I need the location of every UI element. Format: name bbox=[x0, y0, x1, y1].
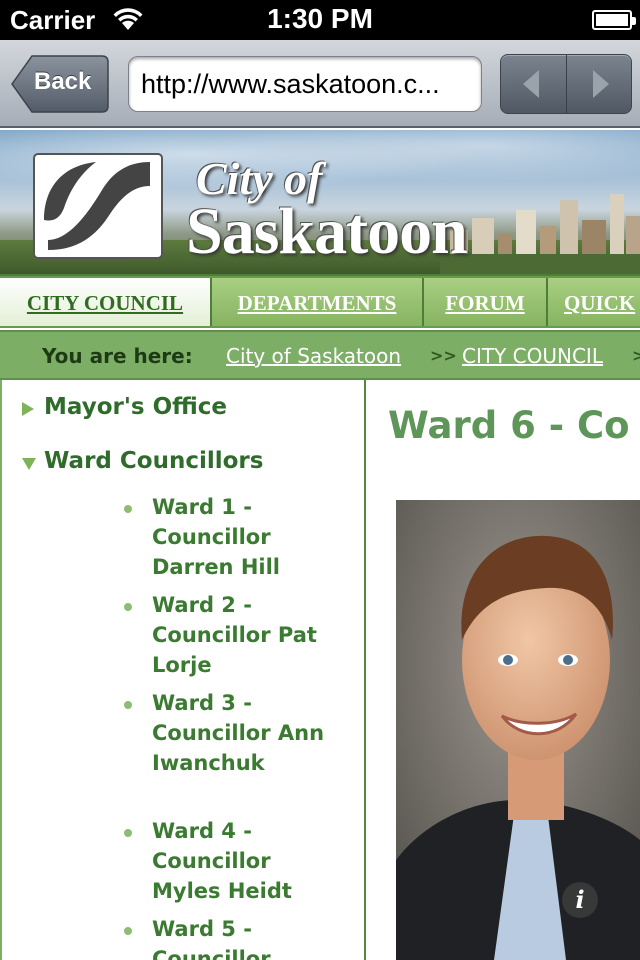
arrow-left-icon bbox=[523, 70, 539, 98]
info-icon[interactable]: i bbox=[562, 882, 598, 918]
tab-forum[interactable]: FORUM bbox=[424, 278, 548, 326]
page-forward-button[interactable] bbox=[567, 55, 632, 113]
breadcrumb-link-city-council[interactable]: CITY COUNCIL bbox=[462, 344, 603, 368]
triangle-right-icon bbox=[22, 402, 34, 416]
sidebar-item-label: Mayor's Office bbox=[44, 394, 228, 420]
breadcrumb-separator: >> bbox=[632, 346, 640, 365]
breadcrumb-link-home[interactable]: City of Saskatoon bbox=[226, 344, 401, 368]
battery-icon bbox=[592, 10, 636, 30]
clock: 1:30 PM bbox=[267, 3, 373, 34]
bullet-icon bbox=[124, 603, 132, 611]
triangle-down-icon bbox=[22, 458, 36, 470]
bullet-icon bbox=[124, 829, 132, 837]
councillor-photo bbox=[396, 500, 640, 960]
ward-link[interactable]: Ward 4 - Councillor Myles Heidt bbox=[152, 816, 342, 906]
status-bar: Carrier 1:30 PM bbox=[0, 0, 640, 40]
arrow-right-icon bbox=[593, 70, 609, 98]
portrait-image bbox=[396, 500, 640, 960]
bullet-icon bbox=[124, 927, 132, 935]
breadcrumb-separator: >> bbox=[430, 346, 457, 365]
back-button-label: Back bbox=[34, 68, 92, 95]
ward-link[interactable]: Ward 5 - Councillor bbox=[152, 914, 342, 960]
url-field[interactable]: http://www.saskatoon.c... bbox=[128, 56, 482, 112]
bullet-icon bbox=[124, 701, 132, 709]
bullet-icon bbox=[124, 505, 132, 513]
page-nav-buttons bbox=[500, 54, 632, 114]
breadcrumb-prefix: You are here: bbox=[42, 344, 193, 368]
back-button[interactable]: Back bbox=[10, 54, 110, 114]
tab-city-council[interactable]: CITY COUNCIL bbox=[0, 278, 212, 326]
saskatoon-logo-icon bbox=[33, 153, 163, 259]
breadcrumb: You are here: City of Saskatoon >> CITY … bbox=[0, 330, 640, 380]
page-back-button[interactable] bbox=[501, 55, 566, 113]
city-skyline-image bbox=[440, 194, 640, 274]
browser-toolbar: Back http://www.saskatoon.c... bbox=[0, 40, 640, 128]
main-nav-tabs: CITY COUNCIL DEPARTMENTS FORUM QUICK bbox=[0, 274, 640, 328]
ward-link[interactable]: Ward 2 - Councillor Pat Lorje bbox=[152, 590, 342, 680]
ward-link[interactable]: Ward 3 - Councillor Ann Iwanchuk bbox=[152, 688, 342, 778]
banner-saskatoon: Saskatoon bbox=[186, 195, 468, 268]
ward-link[interactable]: Ward 1 - Councillor Darren Hill bbox=[152, 492, 342, 582]
sidebar-item-label: Ward Councillors bbox=[44, 448, 264, 474]
site-banner[interactable]: City of Saskatoon bbox=[0, 130, 640, 274]
tab-quick[interactable]: QUICK bbox=[548, 278, 640, 326]
page-title: Ward 6 - Co bbox=[388, 404, 630, 447]
tab-departments[interactable]: DEPARTMENTS bbox=[212, 278, 424, 326]
